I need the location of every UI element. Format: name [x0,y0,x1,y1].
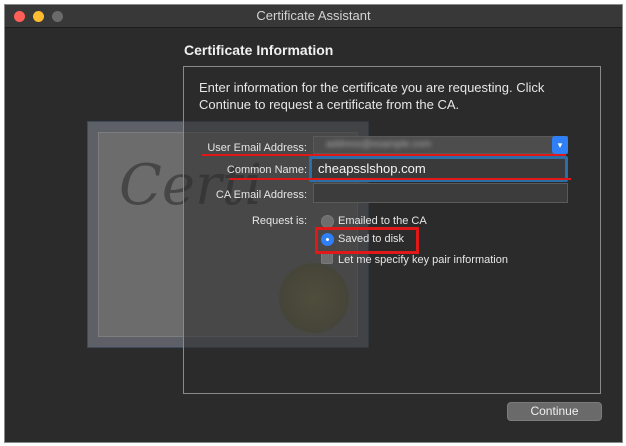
continue-button[interactable]: Continue [507,402,602,421]
annotation-underline-common-name [229,178,571,180]
common-name-label: Common Name: [226,164,307,176]
section-title: Certificate Information [184,42,334,58]
title-bar: Certificate Assistant [5,5,622,28]
ca-email-input[interactable] [313,183,568,203]
common-name-value: cheapsslshop.com [318,161,426,176]
specify-key-pair-label[interactable]: Let me specify key pair information [338,254,508,266]
ca-email-label: CA Email Address: [215,189,307,201]
user-email-select[interactable]: address@example.com ▾ [313,136,568,154]
request-is-label: Request is: [251,215,307,227]
emailed-option-label[interactable]: Emailed to the CA [338,215,427,227]
instructions-text: Enter information for the certificate yo… [199,80,545,112]
user-email-label: User Email Address: [207,142,307,154]
certificate-assistant-window: Certificate Assistant Certi Certificate … [4,4,623,443]
window-title: Certificate Assistant [256,8,371,23]
user-email-value: address@example.com [326,139,432,150]
form-panel: Enter information for the certificate yo… [183,66,601,394]
annotation-highlight-box [315,227,419,254]
chevron-down-icon[interactable]: ▾ [552,136,568,154]
